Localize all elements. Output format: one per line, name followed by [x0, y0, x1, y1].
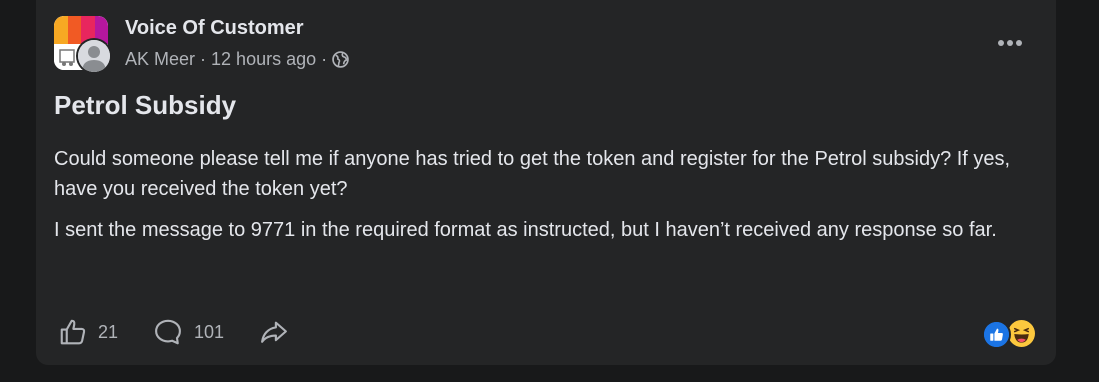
post-paragraph: Could someone please tell me if anyone h… — [54, 148, 1011, 200]
comment-bubble-icon — [155, 319, 181, 345]
thumbs-up-icon — [60, 319, 86, 345]
post-body: Could someone please tell me if anyone h… — [54, 144, 1014, 256]
meta-separator: · — [321, 49, 328, 69]
post-paragraph: I sent the message to 9771 in the requir… — [54, 219, 997, 241]
like-button[interactable]: 21 — [58, 317, 118, 347]
author-avatar[interactable] — [76, 38, 112, 74]
globe-icon[interactable] — [332, 51, 349, 68]
group-name-link[interactable]: Voice Of Customer — [125, 17, 304, 40]
author-name-link[interactable]: AK Meer — [125, 49, 195, 70]
post-avatars[interactable] — [54, 16, 112, 74]
post-actions: 21 101 — [58, 314, 324, 350]
reaction-summary[interactable] — [980, 317, 1040, 349]
post-timestamp[interactable]: 12 hours ago — [211, 49, 316, 70]
post-card: Voice Of Customer AK Meer · 12 hours ago… — [36, 0, 1056, 365]
more-options-button[interactable] — [992, 28, 1028, 58]
share-arrow-icon — [261, 321, 288, 343]
ellipsis-icon — [998, 40, 1022, 46]
share-button[interactable] — [258, 317, 290, 347]
post-title: Petrol Subsidy — [54, 90, 237, 120]
meta-separator: · — [200, 49, 207, 69]
comment-button[interactable]: 101 — [152, 317, 224, 347]
comment-count: 101 — [194, 321, 225, 342]
post-meta: AK Meer · 12 hours ago · — [125, 49, 349, 70]
like-count: 21 — [98, 321, 119, 342]
like-reaction-icon — [982, 320, 1011, 349]
default-profile-icon — [78, 40, 110, 72]
